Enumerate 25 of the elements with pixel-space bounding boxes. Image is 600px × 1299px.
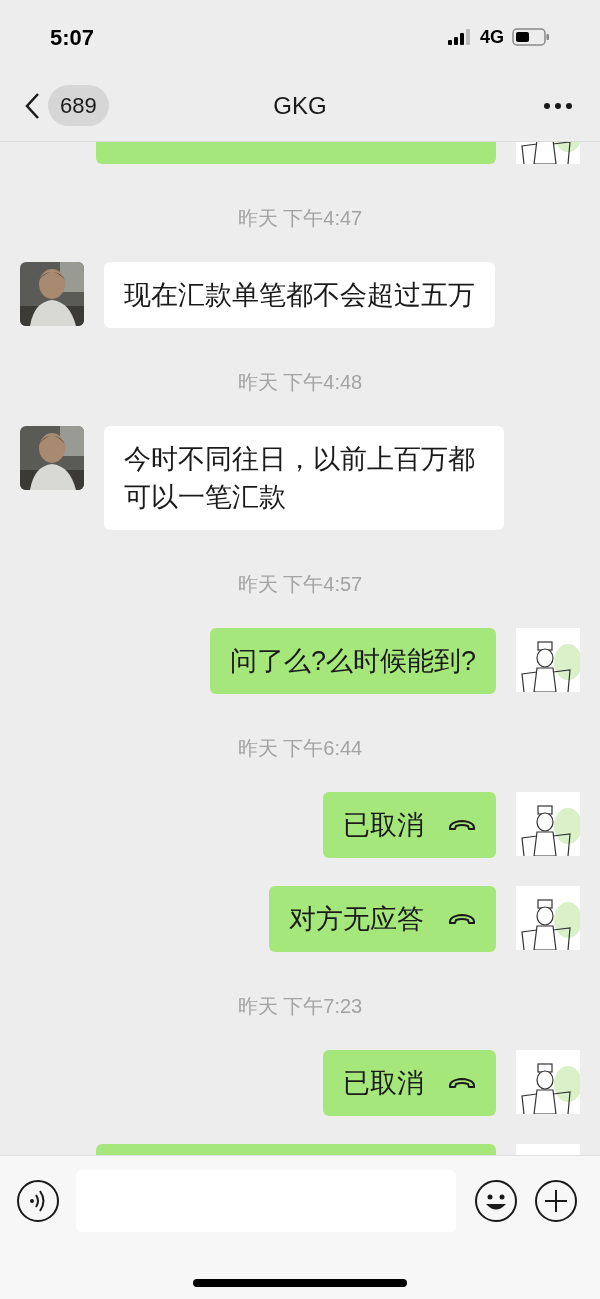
timestamp: 昨天 下午4:57: [237, 572, 363, 596]
network-label: 4G: [480, 25, 504, 49]
hang-up-phone-icon: [448, 1076, 476, 1090]
unread-count-badge: 689: [48, 85, 109, 126]
timestamp: 昨天 下午4:48: [237, 370, 363, 394]
timestamp: 昨天 下午6:44: [237, 736, 363, 760]
status-time: 5:07: [50, 23, 95, 52]
battery-icon: [512, 28, 550, 46]
back-button[interactable]: 689: [24, 85, 109, 126]
call-bubble[interactable]: 对方无应答: [269, 886, 496, 952]
chat-title: GKG: [273, 90, 327, 121]
signal-icon: [448, 29, 472, 45]
hang-up-phone-icon: [448, 818, 476, 832]
message-bubble[interactable]: 现在汇款单笔都不会超过五万: [104, 262, 495, 328]
call-bubble[interactable]: 已取消: [323, 792, 496, 858]
back-chevron-icon: [24, 91, 40, 120]
message-bubble[interactable]: 今时不同往日，以前上百万都可以一笔汇款: [104, 426, 504, 530]
call-bubble[interactable]: 已取消: [323, 1050, 496, 1116]
timestamp: 昨天 下午4:47: [237, 206, 363, 230]
message-bubble[interactable]: 问了么?么时候能到?: [209, 628, 496, 694]
voice-icon[interactable]: [16, 1179, 60, 1223]
hang-up-phone-icon: [448, 912, 476, 926]
emoji-icon[interactable]: [474, 1179, 518, 1223]
timestamp: 昨天 下午7:23: [237, 994, 363, 1018]
plus-icon[interactable]: [534, 1179, 578, 1223]
